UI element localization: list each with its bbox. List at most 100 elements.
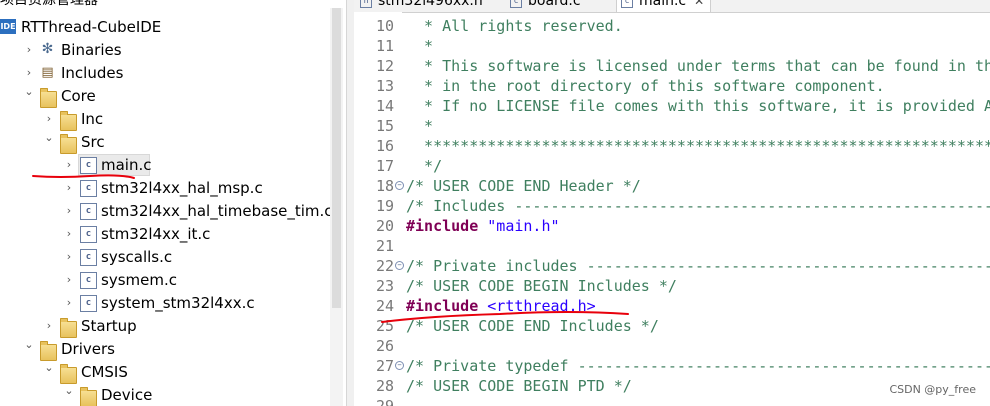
tab-label: board.c bbox=[528, 0, 581, 9]
code-token: * If no LICENSE file comes with this sof… bbox=[406, 97, 990, 115]
code-line: 23 /* USER CODE BEGIN Includes */ bbox=[354, 276, 990, 296]
tree-item-label: main.c bbox=[101, 156, 152, 174]
code-token: #include bbox=[406, 217, 479, 235]
code-token: /* Private typedef ---------------------… bbox=[406, 357, 990, 375]
chevron-down-icon[interactable]: ⌄ bbox=[44, 361, 54, 375]
tree-item[interactable]: › c stm32l4xx_it.c bbox=[0, 223, 330, 245]
tree-item[interactable]: ⌄ Device bbox=[0, 384, 330, 406]
tree-item[interactable]: › c system_stm32l4xx.c bbox=[0, 292, 330, 314]
code-token: * in the root directory of this software… bbox=[406, 77, 885, 95]
line-number: 27 bbox=[375, 357, 394, 375]
folder-icon bbox=[60, 134, 77, 154]
line-number: 15 bbox=[375, 117, 394, 135]
line-number: 24 bbox=[375, 297, 394, 315]
code-text: /* USER CODE BEGIN PTD */ bbox=[406, 376, 632, 396]
tree-item[interactable]: › c syscalls.c bbox=[0, 246, 330, 268]
code-text: * All rights reserved. bbox=[406, 16, 623, 36]
c-file-icon: c bbox=[510, 0, 522, 8]
code-text: #include "main.h" bbox=[406, 216, 560, 236]
explorer-scroll-thumb[interactable] bbox=[332, 8, 341, 308]
folder-icon bbox=[60, 318, 77, 338]
chevron-right-icon[interactable]: › bbox=[64, 227, 74, 241]
tree-item[interactable]: › Startup bbox=[0, 315, 330, 338]
line-number: 11 bbox=[375, 37, 394, 55]
tree-item[interactable]: › c main.c bbox=[0, 154, 330, 176]
tree-item[interactable]: ⌄ CMSIS bbox=[0, 361, 330, 384]
chevron-right-icon[interactable]: › bbox=[44, 319, 54, 333]
code-line: 18−/* USER CODE END Header */ bbox=[354, 176, 990, 196]
line-number: 16 bbox=[375, 137, 394, 155]
line-number: 14 bbox=[375, 97, 394, 115]
chevron-down-icon[interactable]: ⌄ bbox=[24, 85, 34, 99]
code-text: * bbox=[406, 36, 433, 56]
line-number: 10 bbox=[375, 17, 394, 35]
fold-toggle-icon[interactable]: − bbox=[395, 361, 404, 370]
folder-icon bbox=[60, 364, 77, 384]
code-text: /* Private includes --------------------… bbox=[406, 256, 990, 276]
tree-item-label: RTThread-CubeIDE bbox=[21, 18, 162, 36]
code-token: /* USER CODE END Header */ bbox=[406, 177, 641, 195]
close-tab-icon[interactable]: ✕ bbox=[694, 0, 704, 8]
tree-item[interactable]: › ▤ Includes bbox=[0, 62, 330, 84]
code-token: */ bbox=[406, 157, 443, 175]
tree-item[interactable]: ⌄ Drivers bbox=[0, 338, 330, 361]
binaries-icon: ✻ bbox=[41, 41, 54, 57]
tree-item-label: Inc bbox=[81, 110, 104, 128]
code-line: 21 bbox=[354, 236, 990, 256]
code-line: 13 * in the root directory of this softw… bbox=[354, 76, 990, 96]
explorer-scrollbar[interactable] bbox=[330, 8, 343, 406]
fold-toggle-icon[interactable]: − bbox=[395, 181, 404, 190]
code-line: 26 bbox=[354, 336, 990, 356]
code-token: #include bbox=[406, 297, 479, 315]
code-token: /* USER CODE END Includes */ bbox=[406, 317, 659, 335]
code-line: 15 * bbox=[354, 116, 990, 136]
code-line: 27−/* Private typedef ------------------… bbox=[354, 356, 990, 376]
chevron-right-icon[interactable]: › bbox=[24, 66, 34, 80]
chevron-right-icon[interactable]: › bbox=[64, 296, 74, 310]
tab-main-c[interactable]: c main.c ✕ bbox=[616, 0, 712, 12]
code-text: /* USER CODE BEGIN Includes */ bbox=[406, 276, 677, 296]
line-number: 18 bbox=[375, 177, 394, 195]
chevron-right-icon[interactable]: › bbox=[24, 43, 34, 57]
tree-item[interactable]: ⌄ Src bbox=[0, 131, 330, 154]
tree-item[interactable]: › Inc bbox=[0, 108, 330, 131]
tab-stm32l496xx-h[interactable]: h stm32l496xx.h bbox=[360, 0, 483, 12]
code-line: 19 /* Includes --------------------------… bbox=[354, 196, 990, 216]
chevron-right-icon[interactable]: › bbox=[64, 204, 74, 218]
chevron-down-icon[interactable]: ⌄ bbox=[24, 338, 34, 352]
tree-item[interactable]: › c stm32l4xx_hal_msp.c bbox=[0, 177, 330, 199]
fold-toggle-icon[interactable]: − bbox=[395, 261, 404, 270]
editor-tab-bar: h stm32l496xx.h c board.c c main.c ✕ bbox=[354, 0, 990, 13]
chevron-down-icon[interactable]: ⌄ bbox=[64, 384, 74, 398]
c-file-icon: c bbox=[80, 180, 97, 197]
tree-item[interactable]: › ✻ Binaries bbox=[0, 39, 330, 61]
chevron-right-icon[interactable]: › bbox=[44, 112, 54, 126]
code-text: /* Includes ----------------------------… bbox=[406, 196, 990, 216]
tree-item-label: Device bbox=[101, 386, 153, 404]
code-line: 25 /* USER CODE END Includes */ bbox=[354, 316, 990, 336]
chevron-right-icon[interactable]: › bbox=[64, 181, 74, 195]
tree-item[interactable]: IDE RTThread-CubeIDE bbox=[0, 16, 330, 38]
chevron-right-icon[interactable]: › bbox=[64, 250, 74, 264]
tree-item[interactable]: › c stm32l4xx_hal_timebase_tim.c bbox=[0, 200, 333, 222]
line-number: 26 bbox=[375, 337, 394, 355]
code-token: * All rights reserved. bbox=[406, 17, 623, 35]
tab-board-c[interactable]: c board.c bbox=[510, 0, 581, 12]
tree-item[interactable]: ⌄ Core bbox=[0, 85, 330, 108]
code-line: 22−/* Private includes -----------------… bbox=[354, 256, 990, 276]
code-text: * bbox=[406, 116, 433, 136]
tab-label: stm32l496xx.h bbox=[378, 0, 483, 9]
folder-icon bbox=[40, 88, 57, 108]
chevron-right-icon[interactable]: › bbox=[64, 273, 74, 287]
tree-item-label: Binaries bbox=[61, 41, 122, 59]
code-line: 24 #include <rtthread.h> bbox=[354, 296, 990, 316]
chevron-right-icon[interactable]: › bbox=[64, 158, 74, 172]
tree-item-label: CMSIS bbox=[81, 363, 128, 381]
tree-item-label: Core bbox=[61, 87, 96, 105]
line-number: 23 bbox=[375, 277, 394, 295]
folder-icon bbox=[60, 111, 77, 131]
chevron-down-icon[interactable]: ⌄ bbox=[44, 131, 54, 145]
h-file-icon: h bbox=[360, 0, 372, 8]
tree-item[interactable]: › c sysmem.c bbox=[0, 269, 330, 291]
includes-icon: ▤ bbox=[41, 65, 54, 80]
